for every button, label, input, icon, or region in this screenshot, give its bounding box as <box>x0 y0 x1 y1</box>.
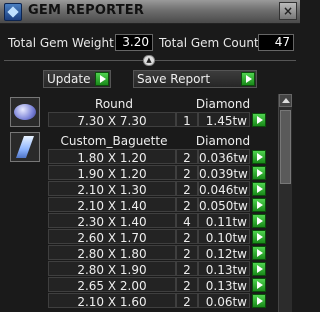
go-arrow-icon[interactable] <box>252 294 266 308</box>
row-qty: 1 <box>176 112 198 128</box>
row-qty: 2 <box>176 261 198 277</box>
table-row: 1.90 X 1.20 2 0.039tw <box>48 165 270 181</box>
row-weight: 0.13tw <box>198 277 250 293</box>
play-arrow-icon <box>241 72 255 86</box>
row-size: 2.30 X 1.40 <box>48 213 176 229</box>
table-row: 2.80 X 1.90 2 0.13tw <box>48 261 270 277</box>
go-arrow-icon[interactable] <box>252 230 266 244</box>
play-arrow-icon <box>95 72 109 86</box>
stats-bar: Total Gem Weight 3.20 Total Gem Count 47 <box>0 33 300 53</box>
update-label: Update <box>47 72 91 86</box>
group-cut-header: Custom_Baguette <box>60 134 168 148</box>
row-qty: 2 <box>176 229 198 245</box>
table-row: 2.65 X 2.00 2 0.13tw <box>48 277 270 293</box>
row-weight: 0.10tw <box>198 229 250 245</box>
save-report-label: Save Report <box>137 72 211 86</box>
scroll-up-icon[interactable] <box>279 94 292 107</box>
row-qty: 2 <box>176 197 198 213</box>
row-weight: 1.45tw <box>198 112 250 128</box>
table-row: 2.10 X 1.40 2 0.050tw <box>48 197 270 213</box>
row-weight: 0.036tw <box>198 149 250 165</box>
row-size: 2.60 X 1.70 <box>48 229 176 245</box>
baguette-gem-icon <box>10 132 40 162</box>
row-weight: 0.046tw <box>198 181 250 197</box>
row-weight: 0.039tw <box>198 165 250 181</box>
row-size: 2.10 X 1.40 <box>48 197 176 213</box>
round-gem-icon <box>10 97 40 127</box>
total-weight-value: 3.20 <box>115 34 153 51</box>
row-weight: 0.11tw <box>198 213 250 229</box>
window-title: GEM REPORTER <box>28 3 145 18</box>
table-row: 1.80 X 1.20 2 0.036tw <box>48 149 270 165</box>
close-button[interactable]: × <box>279 2 297 20</box>
row-qty: 2 <box>176 149 198 165</box>
collapse-up-icon[interactable]: ▲ <box>143 55 155 66</box>
row-size: 2.80 X 1.80 <box>48 245 176 261</box>
row-size: 1.90 X 1.20 <box>48 165 176 181</box>
group-cut-header: Round <box>95 97 133 111</box>
go-arrow-icon[interactable] <box>252 113 266 127</box>
row-qty: 2 <box>176 165 198 181</box>
go-arrow-icon[interactable] <box>252 214 266 228</box>
go-arrow-icon[interactable] <box>252 166 266 180</box>
total-weight-label: Total Gem Weight <box>8 36 114 50</box>
row-qty: 2 <box>176 245 198 261</box>
row-size: 2.80 X 1.90 <box>48 261 176 277</box>
total-count-label: Total Gem Count <box>159 36 259 50</box>
group-type-header: Diamond <box>195 134 251 148</box>
row-qty: 2 <box>176 181 198 197</box>
row-size: 2.65 X 2.00 <box>48 277 176 293</box>
row-qty: 2 <box>176 293 198 309</box>
vertical-scrollbar[interactable] <box>278 94 292 312</box>
row-weight: 0.13tw <box>198 261 250 277</box>
row-qty: 4 <box>176 213 198 229</box>
update-button[interactable]: Update <box>43 70 111 88</box>
total-count-value: 47 <box>258 34 294 51</box>
go-arrow-icon[interactable] <box>252 182 266 196</box>
table-row: 2.60 X 1.70 2 0.10tw <box>48 229 270 245</box>
app-gem-icon <box>4 3 22 21</box>
go-arrow-icon[interactable] <box>252 246 266 260</box>
table-row: 2.30 X 1.40 4 0.11tw <box>48 213 270 229</box>
go-arrow-icon[interactable] <box>252 262 266 276</box>
title-bar: GEM REPORTER × <box>0 0 300 24</box>
gem-report-list: Round Diamond 7.30 X 7.30 1 1.45tw Custo… <box>8 94 276 312</box>
row-size: 7.30 X 7.30 <box>48 112 176 128</box>
row-qty: 2 <box>176 277 198 293</box>
row-weight: 0.06tw <box>198 293 250 309</box>
group-type-header: Diamond <box>195 97 251 111</box>
row-weight: 0.12tw <box>198 245 250 261</box>
table-row: 2.80 X 1.80 2 0.12tw <box>48 245 270 261</box>
table-row: 2.10 X 1.60 2 0.06tw <box>48 293 270 309</box>
row-size: 1.80 X 1.20 <box>48 149 176 165</box>
row-size: 2.10 X 1.30 <box>48 181 176 197</box>
row-weight: 0.050tw <box>198 197 250 213</box>
table-row: 2.10 X 1.30 2 0.046tw <box>48 181 270 197</box>
go-arrow-icon[interactable] <box>252 198 266 212</box>
scroll-thumb[interactable] <box>280 110 291 184</box>
row-size: 2.10 X 1.60 <box>48 293 176 309</box>
go-arrow-icon[interactable] <box>252 278 266 292</box>
table-row: 7.30 X 7.30 1 1.45tw <box>48 112 270 128</box>
save-report-button[interactable]: Save Report <box>133 70 257 88</box>
go-arrow-icon[interactable] <box>252 150 266 164</box>
